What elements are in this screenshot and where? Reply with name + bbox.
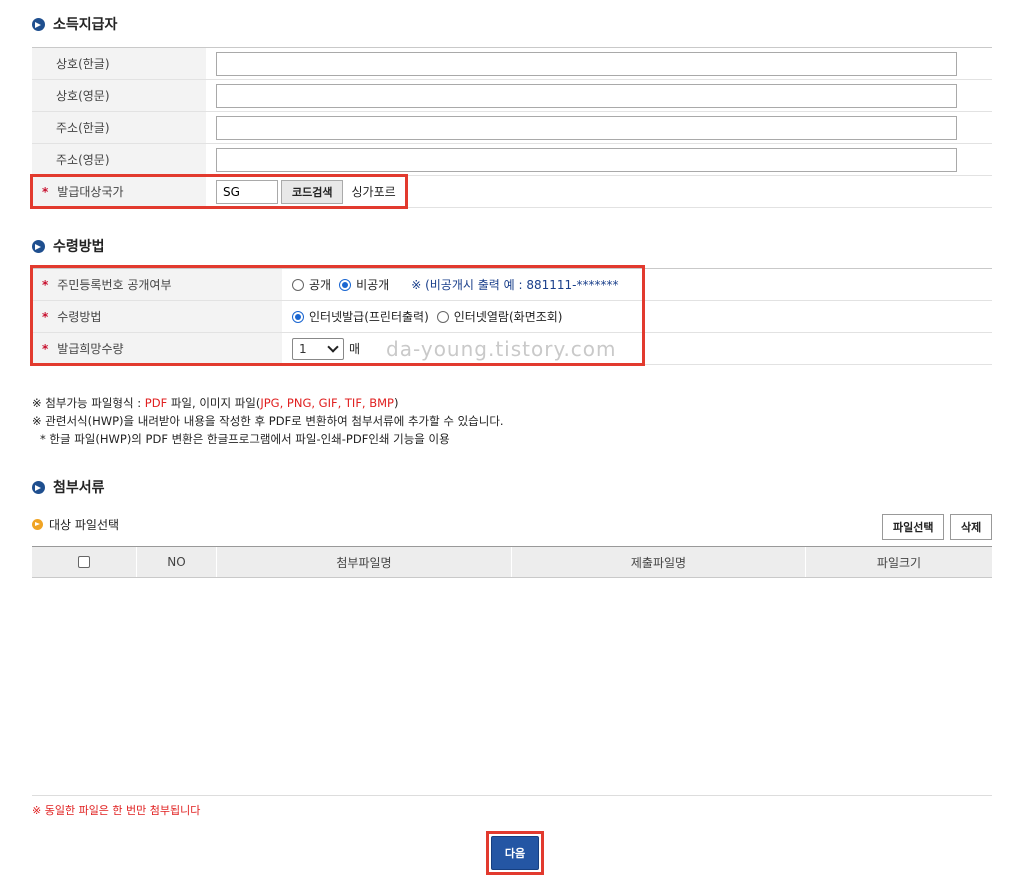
radio-label: 비공개 (356, 278, 390, 292)
required-star-icon: * (42, 309, 49, 324)
info-formats: JPG, PNG, GIF, TIF, BMP (260, 396, 394, 410)
attachment-info: ※ 첨부가능 파일형식 : PDF 파일, 이미지 파일(JPG, PNG, G… (32, 394, 504, 448)
radio-label: 인터넷발급(프린터출력) (309, 310, 429, 324)
field-cell (206, 80, 992, 111)
info-line-2: ※ 관련서식(HWP)을 내려받아 내용을 작성한 후 PDF로 변환하여 첨부… (32, 414, 504, 428)
section-title-text: 수령방법 (53, 239, 105, 255)
section-title-text: 소득지급자 (53, 17, 118, 33)
column-header: 첨부파일명 (217, 547, 512, 577)
form-row-address-kr: 주소(한글) (32, 112, 992, 144)
address-kr-input[interactable] (216, 115, 957, 140)
select-all-checkbox[interactable] (78, 556, 90, 568)
quantity-unit: 매 (349, 342, 361, 356)
country-code-input[interactable] (216, 179, 278, 204)
column-header: NO (137, 547, 217, 577)
info-line-3: * 한글 파일(HWP)의 PDF 변환은 한글프로그램에서 파일-인쇄-PDF… (40, 432, 450, 446)
info-text: ) (394, 396, 399, 410)
disclosure-note: ※ (비공개시 출력 예 : 881111-******* (411, 278, 619, 292)
required-star-icon: * (42, 184, 49, 199)
field-cell: 공개 비공개 ※ (비공개시 출력 예 : 881111-******* (282, 269, 992, 300)
sub-title-file-select: 대상 파일선택 (32, 516, 119, 533)
radio-option-public[interactable]: 공개 (292, 276, 331, 293)
field-label-required: * 발급희망수량 (32, 333, 282, 364)
field-label-required: * 발급대상국가 (32, 176, 206, 207)
payer-form-table: 상호(한글) 상호(영문) 주소(한글) 주소(영문) * 발급대상국가 코드검… (32, 47, 992, 208)
form-row-method: * 수령방법 인터넷발급(프린터출력) 인터넷열람(화면조회) (32, 301, 992, 333)
receive-form-table: * 주민등록번호 공개여부 공개 비공개 ※ (비공개시 출력 예 : 8811… (32, 268, 992, 365)
header-checkbox-cell (32, 547, 137, 577)
section-title-attach: 첨부서류 (32, 477, 105, 497)
arrow-circle-icon (32, 480, 45, 494)
radio-unchecked-icon[interactable] (292, 278, 304, 291)
form-row-id-disclosure: * 주민등록번호 공개여부 공개 비공개 ※ (비공개시 출력 예 : 8811… (32, 269, 992, 301)
country-label: 발급대상국가 (57, 185, 124, 199)
required-star-icon: * (42, 277, 49, 292)
field-label: 상호(한글) (32, 48, 206, 79)
sub-title-text: 대상 파일선택 (49, 518, 120, 532)
file-table-header: NO 첨부파일명 제출파일명 파일크기 (32, 546, 992, 578)
form-row-company-en: 상호(영문) (32, 80, 992, 112)
field-cell (206, 48, 992, 79)
info-pdf: PDF (144, 396, 168, 410)
field-label-required: * 수령방법 (32, 301, 282, 332)
arrow-dot-icon (32, 519, 43, 530)
form-row-address-en: 주소(영문) (32, 144, 992, 176)
field-cell (206, 112, 992, 143)
quantity-value: 1 (299, 341, 307, 356)
field-label: 상호(영문) (32, 80, 206, 111)
file-select-button[interactable]: 파일선택 (882, 514, 945, 540)
file-table: NO 첨부파일명 제출파일명 파일크기 (32, 546, 992, 578)
column-header: 파일크기 (876, 555, 922, 570)
delete-button[interactable]: 삭제 (950, 514, 993, 540)
chevron-down-icon (327, 340, 339, 353)
radio-checked-icon[interactable] (292, 310, 304, 323)
watermark-text: da-young.tistory.com (386, 336, 617, 361)
section-title-text: 첨부서류 (53, 480, 105, 496)
field-label: 주소(한글) (32, 112, 206, 143)
arrow-circle-icon (32, 239, 45, 253)
country-name: 싱가포르 (351, 185, 396, 199)
field-label: 주소(영문) (32, 144, 206, 175)
radio-label: 인터넷열람(화면조회) (453, 310, 563, 324)
form-row-quantity: * 발급희망수량 1 매 da-young.tistory.com (32, 333, 992, 365)
field-cell: 인터넷발급(프린터출력) 인터넷열람(화면조회) (282, 301, 992, 332)
arrow-circle-icon (32, 17, 45, 31)
section-title-receive: 수령방법 (32, 236, 105, 256)
next-button[interactable]: 다음 (491, 836, 539, 870)
field-cell: 코드검색 싱가포르 (206, 176, 992, 207)
column-header: 제출파일명 (512, 547, 806, 577)
quantity-label: 발급희망수량 (57, 342, 124, 356)
company-name-kr-input[interactable] (216, 51, 957, 76)
radio-checked-icon[interactable] (339, 278, 352, 291)
address-en-input[interactable] (216, 147, 957, 172)
method-label: 수령방법 (57, 310, 102, 324)
radio-unchecked-icon[interactable] (436, 310, 449, 323)
radio-option-private[interactable]: 비공개 (339, 276, 389, 293)
company-name-en-input[interactable] (216, 83, 957, 108)
divider (32, 795, 992, 796)
form-row-country: * 발급대상국가 코드검색 싱가포르 (32, 176, 992, 208)
info-text: 파일, 이미지 파일( (167, 396, 261, 410)
quantity-select[interactable]: 1 (292, 337, 344, 360)
section-title-payer: 소득지급자 (32, 14, 117, 34)
radio-option-internet-print[interactable]: 인터넷발급(프린터출력) (292, 308, 429, 325)
info-line-1: ※ 첨부가능 파일형식 : PDF 파일, 이미지 파일(JPG, PNG, G… (32, 394, 504, 412)
form-row-company-kr: 상호(한글) (32, 48, 992, 80)
field-cell (206, 144, 992, 175)
required-star-icon: * (42, 341, 49, 356)
info-text: ※ 첨부가능 파일형식 : (32, 396, 145, 410)
id-disclosure-label: 주민등록번호 공개여부 (57, 278, 172, 292)
radio-label: 공개 (309, 278, 332, 292)
field-cell: 1 매 da-young.tistory.com (282, 333, 992, 364)
field-label-required: * 주민등록번호 공개여부 (32, 269, 282, 300)
code-search-button[interactable]: 코드검색 (281, 179, 344, 204)
footnote: ※ 동일한 파일은 한 번만 첨부됩니다 (32, 804, 201, 817)
radio-option-internet-view[interactable]: 인터넷열람(화면조회) (436, 308, 563, 325)
